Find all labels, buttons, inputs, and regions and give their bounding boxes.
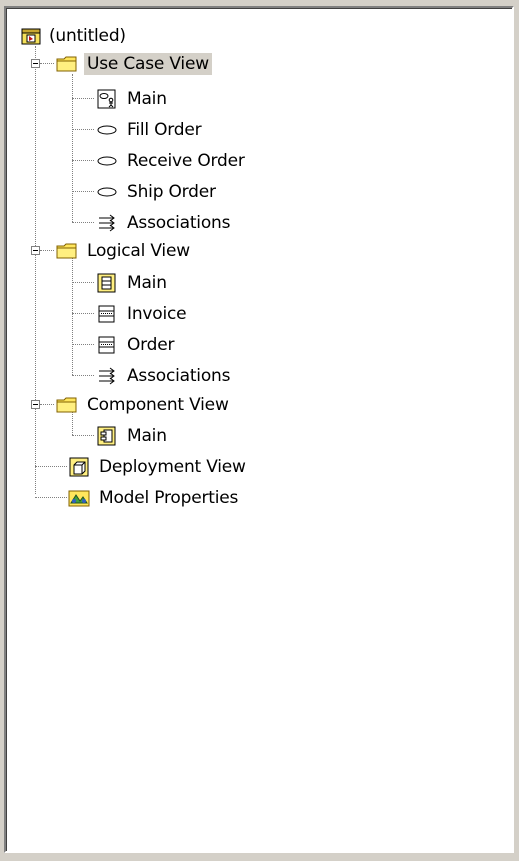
tree-line bbox=[35, 46, 36, 494]
tree-item-logical-associations[interactable]: Associations bbox=[96, 362, 233, 390]
tree-item-order[interactable]: Order bbox=[96, 331, 177, 359]
order-label: Order bbox=[127, 335, 175, 355]
tree-line bbox=[35, 497, 67, 498]
tree-line bbox=[72, 435, 94, 436]
folder-icon bbox=[56, 243, 77, 259]
use-case-diagram-icon bbox=[97, 89, 116, 109]
collapse-use-case-view-toggle[interactable] bbox=[31, 59, 40, 68]
tree-item-deployment-view[interactable]: Deployment View bbox=[68, 453, 249, 481]
tree-item-component-view[interactable]: Component View bbox=[56, 391, 232, 419]
use-case-icon bbox=[97, 187, 117, 197]
ship-order-label: Ship Order bbox=[127, 182, 216, 202]
tree-line bbox=[72, 129, 94, 130]
tree-line bbox=[40, 63, 54, 64]
tree-line bbox=[72, 282, 94, 283]
tree-line bbox=[40, 250, 54, 251]
model-properties-label: Model Properties bbox=[99, 488, 239, 508]
associations-icon bbox=[99, 214, 115, 232]
tree-item-fill-order[interactable]: Fill Order bbox=[96, 116, 204, 144]
component-view-label: Component View bbox=[87, 395, 229, 415]
use-case-view-label: Use Case View bbox=[84, 53, 212, 75]
use-case-associations-label: Associations bbox=[127, 213, 231, 233]
tree-line bbox=[35, 466, 67, 467]
fill-order-label: Fill Order bbox=[127, 120, 202, 140]
folder-icon bbox=[56, 56, 77, 72]
tree-item-use-case-associations[interactable]: Associations bbox=[96, 209, 233, 237]
collapse-logical-view-toggle[interactable] bbox=[31, 246, 40, 255]
class-icon bbox=[98, 305, 115, 323]
use-case-icon bbox=[97, 156, 117, 166]
model-icon bbox=[21, 28, 41, 45]
tree-line bbox=[72, 74, 73, 222]
tree-line bbox=[72, 313, 94, 314]
class-diagram-icon bbox=[97, 273, 116, 293]
tree-item-logical-view[interactable]: Logical View bbox=[56, 237, 193, 265]
logical-view-label: Logical View bbox=[87, 241, 190, 261]
tree-line bbox=[72, 258, 73, 375]
use-case-main-label: Main bbox=[127, 89, 167, 109]
tree-item-component-main[interactable]: Main bbox=[96, 422, 170, 450]
tree-line bbox=[40, 404, 54, 405]
tree-line bbox=[72, 160, 94, 161]
deployment-view-label: Deployment View bbox=[99, 457, 246, 477]
invoice-label: Invoice bbox=[127, 304, 187, 324]
logical-main-label: Main bbox=[127, 273, 167, 293]
tree-item-ship-order[interactable]: Ship Order bbox=[96, 178, 219, 206]
tree-line bbox=[72, 98, 94, 99]
class-icon bbox=[98, 336, 115, 354]
receive-order-label: Receive Order bbox=[127, 151, 245, 171]
tree-line bbox=[72, 222, 94, 223]
associations-icon bbox=[99, 367, 115, 385]
root-label: (untitled) bbox=[49, 26, 126, 46]
collapse-component-view-toggle[interactable] bbox=[31, 400, 40, 409]
component-diagram-icon bbox=[97, 426, 116, 446]
tree-line bbox=[72, 344, 94, 345]
tree-item-use-case-view[interactable]: Use Case View bbox=[56, 50, 212, 78]
logical-associations-label: Associations bbox=[127, 366, 231, 386]
tree-item-model-properties[interactable]: Model Properties bbox=[68, 484, 241, 512]
model-tree: (untitled) Use Case View Main Fill Order… bbox=[6, 8, 512, 851]
deployment-icon bbox=[69, 457, 89, 477]
tree-line bbox=[72, 191, 94, 192]
tree-item-invoice[interactable]: Invoice bbox=[96, 300, 189, 328]
tree-root[interactable]: (untitled) bbox=[20, 22, 129, 50]
tree-item-receive-order[interactable]: Receive Order bbox=[96, 147, 248, 175]
browser-panel: (untitled) Use Case View Main Fill Order… bbox=[4, 6, 514, 853]
folder-icon bbox=[56, 397, 77, 413]
use-case-icon bbox=[97, 125, 117, 135]
model-properties-icon bbox=[68, 490, 90, 507]
tree-item-use-case-main[interactable]: Main bbox=[96, 85, 170, 113]
component-main-label: Main bbox=[127, 426, 167, 446]
tree-line bbox=[72, 375, 94, 376]
tree-item-logical-main[interactable]: Main bbox=[96, 269, 170, 297]
